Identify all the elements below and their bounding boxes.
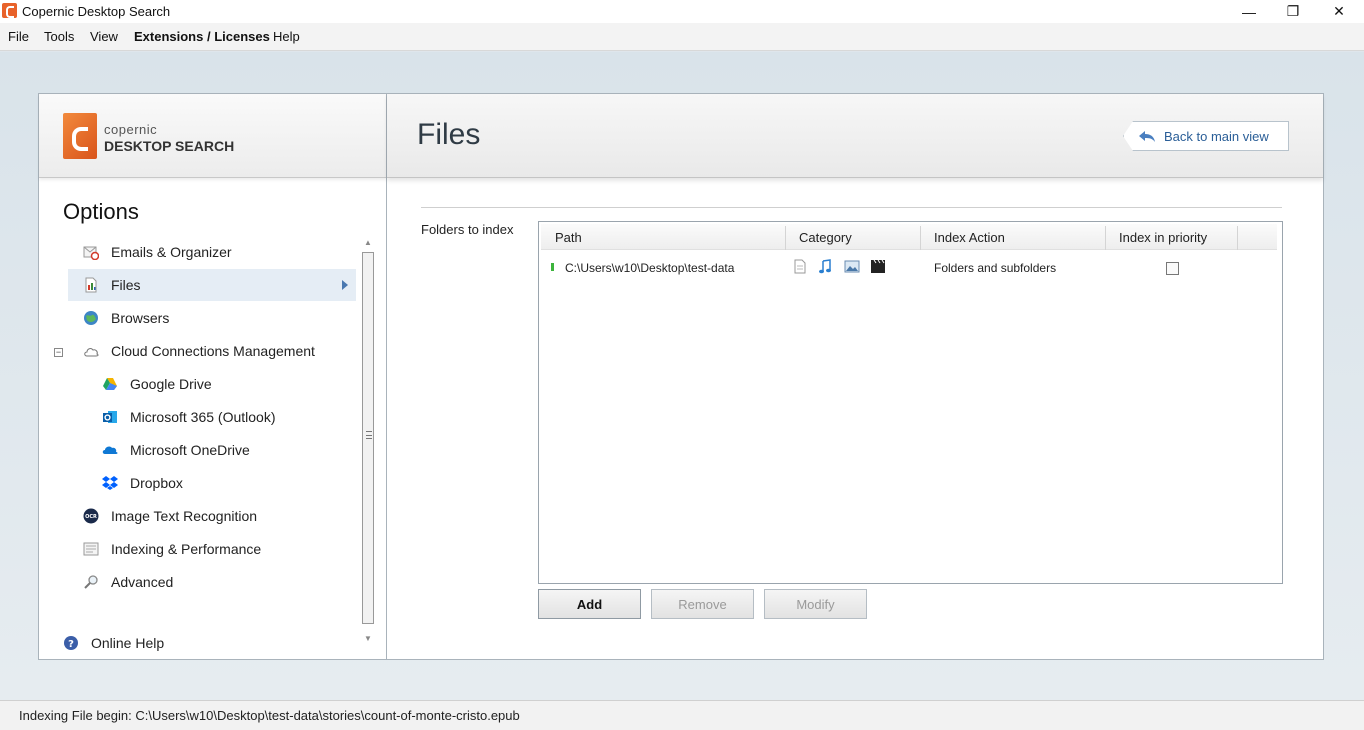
svg-text:OCR: OCR [85, 514, 97, 520]
options-title: Options [63, 199, 139, 224]
nav-item-dropbox[interactable]: Dropbox [102, 467, 355, 499]
dropbox-icon [102, 475, 118, 491]
nav-item-emails-organizer[interactable]: Emails & Organizer [83, 236, 355, 268]
menu-view[interactable]: View [90, 29, 118, 44]
globe-icon [83, 310, 99, 326]
nav-item-label: Microsoft OneDrive [130, 442, 250, 458]
document-icon [793, 259, 807, 274]
menu-tools[interactable]: Tools [44, 29, 74, 44]
magnifier-icon [83, 574, 99, 590]
files-icon [83, 277, 99, 293]
row-path: C:\Users\w10\Desktop\test-data [565, 261, 735, 275]
video-icon [870, 259, 886, 274]
nav-item-advanced[interactable]: Advanced [83, 566, 355, 598]
email-organizer-icon [83, 244, 100, 261]
column-separator [1105, 226, 1106, 250]
scroll-down-icon[interactable]: ▼ [364, 634, 372, 643]
scroll-thumb[interactable] [362, 252, 374, 624]
app-icon [2, 3, 17, 18]
scroll-grip-icon [366, 431, 372, 439]
nav-item-files[interactable]: Files [68, 269, 356, 301]
nav-item-cloud-connections[interactable]: Cloud Connections Management [83, 335, 355, 367]
online-help-label: Online Help [91, 635, 165, 651]
nav-item-label: Emails & Organizer [111, 244, 232, 260]
nav-item-label: Image Text Recognition [111, 508, 258, 524]
logo-big-text: DESKTOP SEARCH [104, 138, 235, 154]
column-separator [1237, 226, 1238, 250]
title-bar: Copernic Desktop Search — ❐ ✕ [0, 0, 1364, 23]
index-in-priority-checkbox[interactable] [1166, 262, 1179, 275]
options-panel: copernic DESKTOP SEARCH Options Emails &… [38, 93, 387, 660]
minimize-button[interactable]: — [1226, 0, 1272, 23]
status-bar: Indexing File begin: C:\Users\w10\Deskto… [0, 700, 1364, 730]
nav-item-onedrive[interactable]: Microsoft OneDrive [102, 434, 355, 466]
restore-button[interactable]: ❐ [1270, 0, 1316, 23]
logo-area: copernic DESKTOP SEARCH [39, 94, 386, 178]
back-button-label: Back to main view [1164, 128, 1269, 144]
add-button[interactable]: Add [538, 589, 641, 619]
window-title: Copernic Desktop Search [22, 4, 171, 19]
close-button[interactable]: ✕ [1316, 0, 1362, 23]
help-icon: ? [63, 635, 79, 651]
folders-to-index-label: Folders to index [421, 222, 514, 237]
content-panel: Files Back to main view Folders to index… [387, 93, 1324, 660]
nav-item-label: Google Drive [130, 376, 212, 392]
ocr-icon: OCR [83, 508, 99, 524]
remove-button[interactable]: Remove [651, 589, 754, 619]
onedrive-icon [102, 442, 118, 458]
back-arrow-icon [1138, 131, 1156, 143]
content-header: Files Back to main view [387, 94, 1323, 178]
indexing-icon [83, 541, 99, 557]
nav-item-label: Files [111, 277, 141, 293]
nav-item-browsers[interactable]: Browsers [83, 302, 355, 334]
options-scrollbar[interactable]: ▲ ▼ [360, 234, 376, 652]
column-index-in-priority[interactable]: Index in priority [1119, 230, 1207, 245]
svg-text:?: ? [68, 639, 74, 650]
menu-bar: File Tools View Extensions / Licenses He… [0, 23, 1364, 51]
column-index-action[interactable]: Index Action [934, 230, 1005, 245]
nav-item-label: Browsers [111, 310, 170, 326]
music-icon [818, 259, 832, 274]
collapse-toggle[interactable]: − [54, 348, 63, 357]
table-header: Path Category Index Action Index in prio… [541, 224, 1277, 250]
online-help-link[interactable]: ? Online Help [63, 627, 263, 659]
column-separator [920, 226, 921, 250]
logo-small-text: copernic [104, 122, 158, 137]
outlook-icon [102, 409, 118, 425]
row-status-marker [551, 263, 554, 271]
modify-button[interactable]: Modify [764, 589, 867, 619]
nav-item-label: Advanced [111, 574, 174, 590]
nav-item-microsoft-365[interactable]: Microsoft 365 (Outlook) [102, 401, 355, 433]
chevron-right-icon [342, 280, 348, 290]
section-divider [421, 207, 1282, 208]
nav-item-label: Indexing & Performance [111, 541, 262, 557]
nav-item-label: Cloud Connections Management [111, 343, 315, 359]
column-path[interactable]: Path [555, 230, 582, 245]
cloud-icon [83, 343, 99, 359]
menu-help[interactable]: Help [273, 29, 300, 44]
column-separator [785, 226, 786, 250]
nav-item-label: Microsoft 365 (Outlook) [130, 409, 276, 425]
nav-item-label: Dropbox [130, 475, 183, 491]
folders-table: Path Category Index Action Index in prio… [538, 221, 1283, 584]
menu-file[interactable]: File [8, 29, 29, 44]
row-index-action: Folders and subfolders [934, 261, 1057, 275]
image-icon [844, 259, 860, 274]
back-to-main-view-button[interactable]: Back to main view [1123, 121, 1289, 151]
page-title: Files [417, 118, 481, 151]
google-drive-icon [102, 376, 118, 392]
column-category[interactable]: Category [799, 230, 852, 245]
nav-item-indexing-performance[interactable]: Indexing & Performance [83, 533, 355, 565]
nav-item-image-text-recognition[interactable]: OCR Image Text Recognition [83, 500, 355, 532]
status-text: Indexing File begin: C:\Users\w10\Deskto… [19, 708, 520, 723]
copernic-logo-icon [63, 113, 97, 159]
menu-extensions-licenses[interactable]: Extensions / Licenses [134, 29, 270, 44]
nav-item-google-drive[interactable]: Google Drive [102, 368, 355, 400]
scroll-up-icon[interactable]: ▲ [364, 238, 372, 247]
